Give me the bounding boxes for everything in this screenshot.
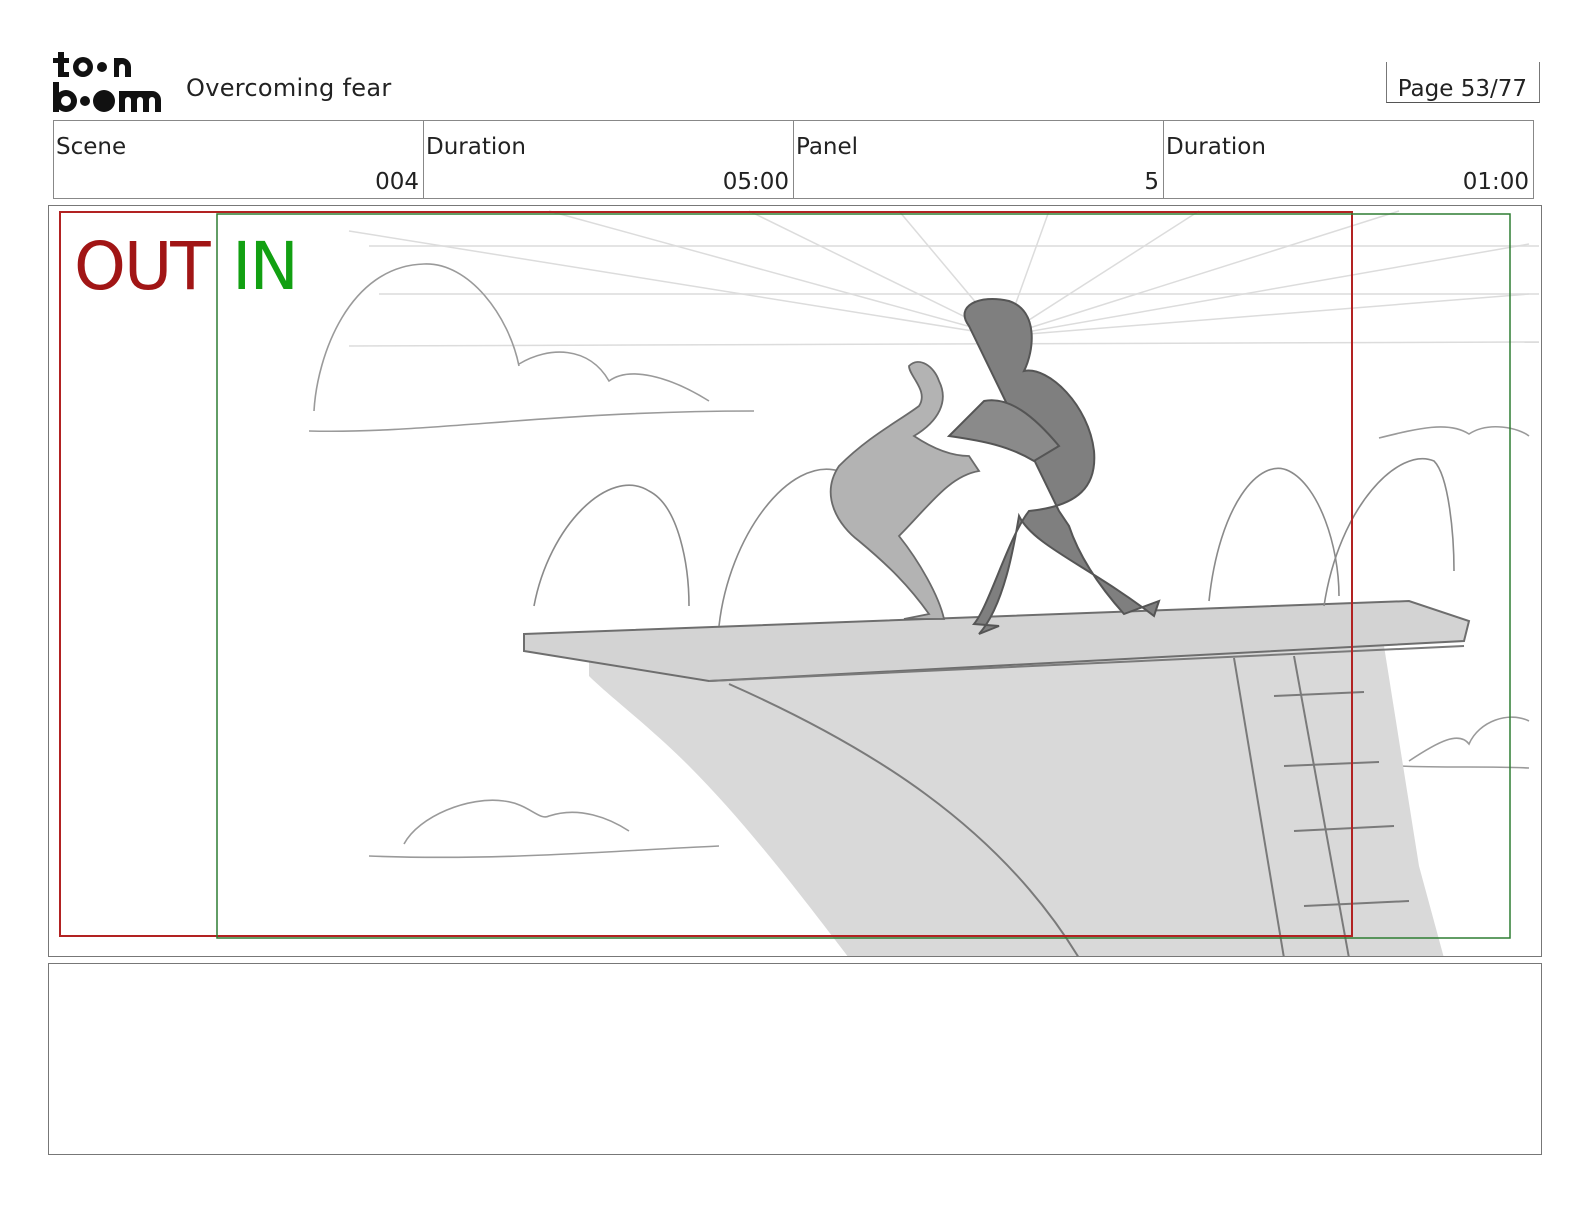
scene-label: Scene [56, 134, 127, 160]
panel-duration-label: Duration [1166, 134, 1266, 160]
scene-duration-value: 05:00 [722, 169, 789, 195]
out-frame-label: OUT [74, 228, 211, 305]
perspective-lines [348, 210, 1540, 347]
scene-info-table: Scene 004 Duration 05:00 Panel 5 Duratio… [53, 120, 1534, 199]
panel-duration-cell: Duration 01:00 [1164, 121, 1533, 198]
panel-duration-value: 01:00 [1462, 169, 1529, 195]
page-number: Page 53/77 [1397, 76, 1527, 102]
storyboard-panel: OUT IN [48, 205, 1542, 957]
scene-duration-label: Duration [426, 134, 526, 160]
panel-notes-box[interactable] [48, 963, 1542, 1155]
scene-cell: Scene 004 [54, 121, 424, 198]
toon-boom-logo [52, 50, 164, 114]
document-title: Overcoming fear [186, 74, 392, 102]
panel-sketch [59, 210, 1540, 956]
scene-value: 004 [375, 169, 419, 195]
panel-value: 5 [1144, 169, 1159, 195]
logo-icon [53, 52, 161, 112]
panel-cell: Panel 5 [794, 121, 1164, 198]
page-indicator: Page 53/77 [1386, 62, 1540, 103]
scene-duration-cell: Duration 05:00 [424, 121, 794, 198]
panel-label: Panel [796, 134, 859, 160]
characters [829, 297, 1161, 635]
in-frame-label: IN [232, 228, 299, 305]
cliff-shadow [589, 646, 1444, 956]
large-character [963, 297, 1161, 635]
small-character [829, 361, 981, 620]
